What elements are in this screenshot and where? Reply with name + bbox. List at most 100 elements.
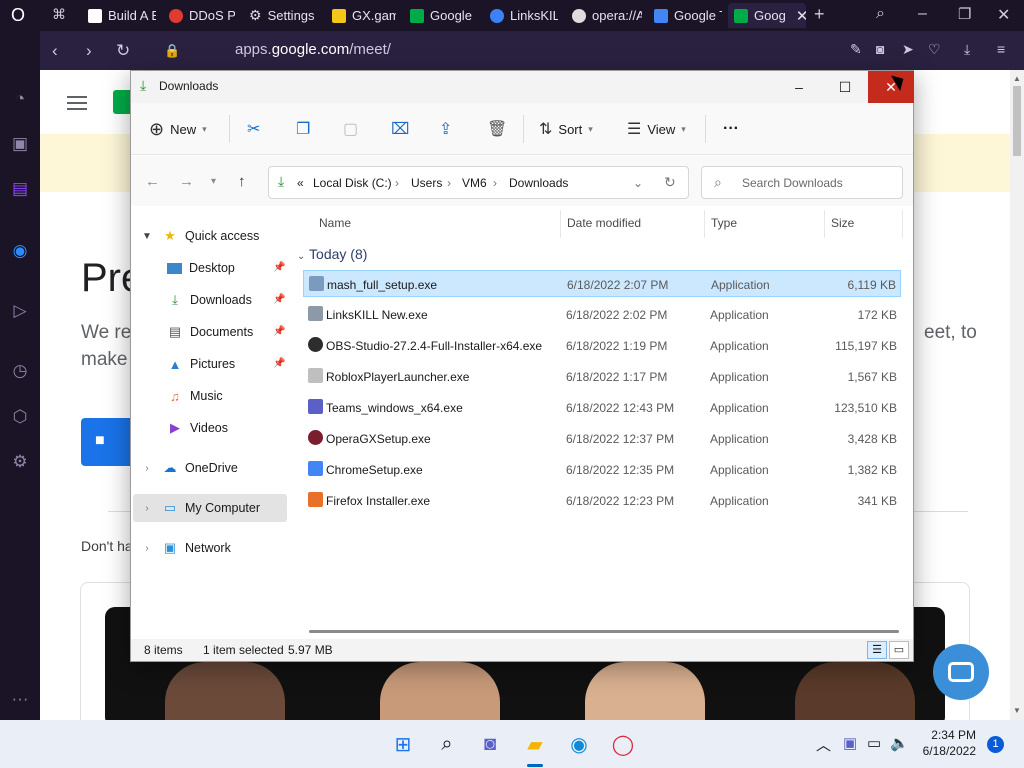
maximize-button[interactable]: ☐ <box>822 71 868 103</box>
horizontal-scrollbar[interactable] <box>309 630 899 633</box>
minimize-icon[interactable]: – <box>918 5 927 23</box>
tab-gx-games[interactable]: GX.gam <box>326 3 396 28</box>
scroll-down-icon[interactable]: ▼ <box>1013 706 1021 715</box>
gamepad-icon[interactable]: ⌘ <box>52 6 66 23</box>
page-scrollbar[interactable]: ▲ ▼ <box>1010 70 1024 720</box>
up-arrow-icon[interactable]: ↑ <box>238 173 246 190</box>
back-arrow-icon[interactable]: ← <box>145 173 160 190</box>
crumb-local-disk[interactable]: Local Disk (C:) <box>313 176 392 190</box>
nav-documents[interactable]: ▤ Documents <box>167 318 253 346</box>
address-path[interactable]: ⤓ « Local Disk (C:) › Users › VM6 › Down… <box>268 166 689 199</box>
column-name[interactable]: Name <box>319 216 351 230</box>
nav-desktop[interactable]: Desktop <box>167 254 235 282</box>
download-icon[interactable]: ⤓ <box>964 41 970 58</box>
column-separator[interactable] <box>704 210 705 238</box>
chevron-down-icon[interactable]: ⌄ <box>633 176 643 190</box>
teams-tray-icon[interactable]: ▣ <box>843 734 857 752</box>
camera-icon[interactable]: ◙ <box>876 41 884 57</box>
pin-icon[interactable]: 📌 <box>273 294 285 305</box>
crumb-users[interactable]: Users <box>411 176 442 190</box>
tab-google-translate[interactable]: Google T <box>648 3 722 28</box>
column-separator[interactable] <box>902 210 903 238</box>
nav-music[interactable]: ♫ Music <box>167 382 223 410</box>
close-window-icon[interactable]: ✕ <box>997 5 1010 25</box>
file-row[interactable]: LinksKILL New.exe 6/18/2022 2:02 PM Appl… <box>303 301 901 328</box>
refresh-icon[interactable]: ↻ <box>664 174 676 191</box>
clock[interactable]: 2:34 PM 6/18/2022 <box>923 727 976 759</box>
file-row[interactable]: RobloxPlayerLauncher.exe 6/18/2022 1:17 … <box>303 363 901 390</box>
player-icon[interactable]: ▷ <box>9 301 31 323</box>
forward-icon[interactable]: › <box>86 41 92 61</box>
column-separator[interactable] <box>560 210 561 238</box>
details-view-button[interactable]: ☰ <box>867 641 887 659</box>
tab-google-meet-active[interactable]: Goog ✕ <box>728 3 806 28</box>
twitch-icon[interactable]: ▤ <box>9 179 31 201</box>
view-button[interactable]: ☰ View ▾ <box>627 117 686 141</box>
group-header-today[interactable]: ⌄ Today (8) <box>297 246 367 262</box>
scroll-thumb[interactable] <box>1013 86 1021 156</box>
minimize-button[interactable]: – <box>776 71 822 103</box>
search-box[interactable]: ⌕ Search Downloads <box>701 166 903 199</box>
nav-pictures[interactable]: ▲ Pictures <box>167 350 236 378</box>
nav-network[interactable]: › ▣ Network <box>139 534 231 562</box>
opera-logo-icon[interactable]: O <box>11 5 25 26</box>
volume-icon[interactable]: 🔈 <box>890 734 909 752</box>
file-row[interactable]: Firefox Installer.exe 6/18/2022 12:23 PM… <box>303 487 901 514</box>
sort-button[interactable]: ⇅ Sort ▾ <box>539 117 593 141</box>
tab-ddos[interactable]: DDoS Pr <box>163 3 235 28</box>
file-row[interactable]: Teams_windows_x64.exe 6/18/2022 12:43 PM… <box>303 394 901 421</box>
settings-gear-icon[interactable]: ⚙ <box>9 452 31 474</box>
speed-dial-icon[interactable]: ◔ <box>9 89 31 111</box>
file-row[interactable]: OperaGXSetup.exe 6/18/2022 12:37 PM Appl… <box>303 425 901 452</box>
column-size[interactable]: Size <box>831 216 854 230</box>
pin-icon[interactable]: 📌 <box>273 262 285 273</box>
notification-badge[interactable]: 1 <box>987 736 1004 753</box>
nav-my-computer[interactable]: › ▭ My Computer <box>139 494 260 522</box>
restore-icon[interactable]: ❐ <box>958 5 971 23</box>
nav-quick-access[interactable]: ▼ ★ Quick access <box>139 222 259 250</box>
crumb-vm6[interactable]: VM6 <box>462 176 487 190</box>
file-row[interactable]: mash_full_setup.exe 6/18/2022 2:07 PM Ap… <box>303 270 901 297</box>
more-options-button[interactable]: ··· <box>723 117 739 141</box>
chat-meet-icon[interactable]: ◙ <box>476 730 504 758</box>
column-date[interactable]: Date modified <box>567 216 641 230</box>
nav-onedrive[interactable]: › ☁ OneDrive <box>139 454 237 482</box>
forward-arrow-icon[interactable]: → <box>179 173 194 190</box>
search-icon[interactable]: ⌕ <box>433 730 461 758</box>
pin-icon[interactable]: 📌 <box>273 326 285 337</box>
share-button[interactable]: ⇪ <box>439 117 452 141</box>
tab-linkskill[interactable]: LinksKILL <box>484 3 558 28</box>
hamburger-menu-icon[interactable] <box>67 96 87 110</box>
nav-videos[interactable]: ▶ Videos <box>167 414 228 442</box>
nav-downloads[interactable]: ⤓ Downloads <box>167 286 252 314</box>
path-overflow[interactable]: « <box>297 176 304 190</box>
display-icon[interactable]: ▭ <box>867 734 881 752</box>
tab-settings[interactable]: ⚙ Settings <box>243 3 319 28</box>
tab-google-meet[interactable]: Google M <box>404 3 476 28</box>
delete-button[interactable]: 🗑 <box>487 117 507 141</box>
file-row[interactable]: ChromeSetup.exe 6/18/2022 12:35 PM Appli… <box>303 456 901 483</box>
tab-opera-about[interactable]: opera://A <box>566 3 642 28</box>
messenger-icon[interactable]: ◉ <box>9 241 31 263</box>
back-icon[interactable]: ‹ <box>52 41 58 61</box>
new-button[interactable]: ⊕ New ▾ <box>149 117 207 141</box>
recent-locations-icon[interactable]: ▾ <box>211 176 216 187</box>
history-icon[interactable]: ◷ <box>9 361 31 383</box>
rename-button[interactable]: ⌧ <box>391 117 409 141</box>
heart-icon[interactable]: ♡ <box>928 41 941 58</box>
explorer-titlebar[interactable]: ⤓ Downloads – ☐ ✕ <box>131 71 914 103</box>
tiles-view-button[interactable]: ▭ <box>889 641 909 659</box>
paste-button[interactable]: ▢ <box>343 117 358 141</box>
url-field[interactable]: apps.google.com/meet/ <box>235 41 391 58</box>
edge-icon[interactable]: ◉ <box>565 730 593 758</box>
scroll-up-icon[interactable]: ▲ <box>1013 74 1021 83</box>
new-tab-button[interactable]: + <box>814 4 825 25</box>
start-button[interactable]: ⊞ <box>389 730 417 758</box>
crumb-downloads[interactable]: Downloads <box>509 176 568 190</box>
tray-overflow-icon[interactable]: ︿ <box>816 734 831 755</box>
menu-icon[interactable]: ≡ <box>997 41 1005 57</box>
opera-icon[interactable]: ◯ <box>609 730 637 758</box>
more-icon[interactable]: ··· <box>9 689 31 711</box>
send-icon[interactable]: ➤ <box>902 41 914 58</box>
cube-icon[interactable]: ⬡ <box>9 407 31 429</box>
